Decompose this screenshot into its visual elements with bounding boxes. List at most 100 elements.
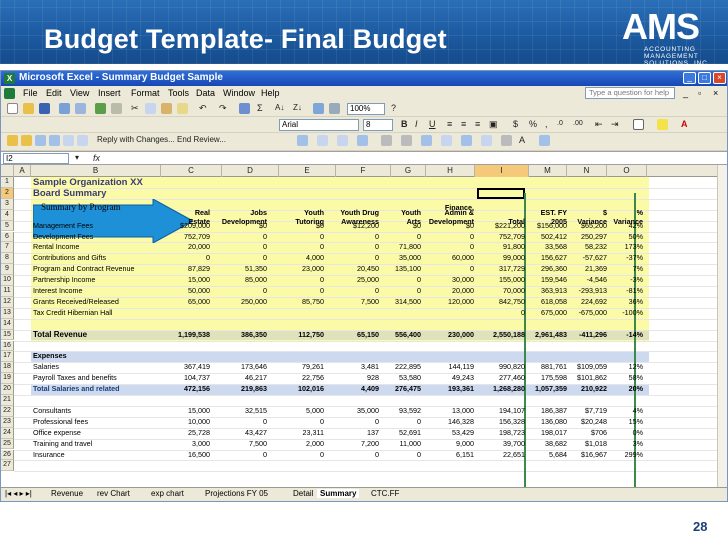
row-header-7[interactable]: 7 xyxy=(1,242,14,254)
namebox-dropdown-icon[interactable]: ▾ xyxy=(75,152,79,164)
reply-with-changes-button[interactable]: Reply with Changes... xyxy=(97,134,175,146)
align-left-icon[interactable]: ≡ xyxy=(447,118,452,130)
cell-grid[interactable]: Sample Organization XX Board Summary Summa… xyxy=(14,177,717,487)
drawing-tool-11-icon[interactable] xyxy=(501,135,512,146)
font-select[interactable]: Arial xyxy=(279,119,359,131)
align-right-icon[interactable]: ≡ xyxy=(475,118,480,130)
column-header-d[interactable]: D xyxy=(222,165,279,177)
row-header-17[interactable]: 17 xyxy=(1,351,14,363)
help-icon[interactable]: ? xyxy=(391,102,396,114)
menu-insert[interactable]: Insert xyxy=(98,88,121,98)
open-icon[interactable] xyxy=(23,103,34,114)
menu-data[interactable]: Data xyxy=(196,88,215,98)
name-box[interactable]: I2 xyxy=(3,153,69,164)
tab-scroll-icons[interactable]: |◂ ◂ ▸ ▸| xyxy=(5,489,32,498)
drawing-tool-5-icon[interactable] xyxy=(381,135,392,146)
bold-icon[interactable]: B xyxy=(401,118,408,130)
borders-icon[interactable] xyxy=(633,119,644,130)
increase-decimal-icon[interactable]: .0 xyxy=(557,118,563,130)
row-header-21[interactable]: 21 xyxy=(1,395,14,406)
increase-indent-icon[interactable]: ⇥ xyxy=(611,118,619,130)
row-header-20[interactable]: 20 xyxy=(1,384,14,395)
sheet-tab-projections-fy-05[interactable]: Projections FY 05 xyxy=(205,489,268,498)
workbook-icon[interactable] xyxy=(4,88,15,99)
research-icon[interactable] xyxy=(111,103,122,114)
row-header-8[interactable]: 8 xyxy=(1,253,14,265)
column-header-o[interactable]: O xyxy=(607,165,647,177)
function-icon[interactable]: fx xyxy=(93,152,100,164)
sort-ascending-icon[interactable]: A↓ xyxy=(275,102,284,114)
print-icon[interactable] xyxy=(59,103,70,114)
selected-cell[interactable] xyxy=(477,187,525,199)
drawing-tool-9-icon[interactable] xyxy=(461,135,472,146)
reviewing-icon-4[interactable] xyxy=(49,135,60,146)
drawing-tool-4-icon[interactable] xyxy=(357,135,368,146)
text-a-icon[interactable]: A xyxy=(519,134,525,146)
sheet-tab-exp-chart[interactable]: exp chart xyxy=(151,489,184,498)
underline-icon[interactable]: U xyxy=(429,118,436,130)
row-header-22[interactable]: 22 xyxy=(1,405,14,417)
row-header-2[interactable]: 2 xyxy=(1,187,14,199)
redo-icon[interactable]: ↷ xyxy=(219,102,227,114)
reviewing-icon-3[interactable] xyxy=(35,135,46,146)
decrease-indent-icon[interactable]: ⇤ xyxy=(595,118,603,130)
column-header-m[interactable]: M xyxy=(529,165,567,177)
decrease-decimal-icon[interactable]: .00 xyxy=(573,118,583,130)
row-header-23[interactable]: 23 xyxy=(1,416,14,428)
chart-wizard-icon[interactable] xyxy=(313,103,324,114)
paste-icon[interactable] xyxy=(161,103,172,114)
font-color-icon[interactable]: A xyxy=(681,118,688,130)
row-header-19[interactable]: 19 xyxy=(1,373,14,385)
menu-view[interactable]: View xyxy=(70,88,89,98)
column-header-f[interactable]: F xyxy=(336,165,391,177)
row-header-3[interactable]: 3 xyxy=(1,198,14,210)
spelling-icon[interactable] xyxy=(95,103,106,114)
row-header-11[interactable]: 11 xyxy=(1,286,14,297)
menu-window[interactable]: Window xyxy=(223,88,255,98)
cut-icon[interactable]: ✂ xyxy=(131,102,139,114)
row-header-12[interactable]: 12 xyxy=(1,296,14,308)
row-header-1[interactable]: 1 xyxy=(1,177,14,188)
drawing-tool-3-icon[interactable] xyxy=(337,135,348,146)
italic-icon[interactable]: I xyxy=(415,118,418,130)
font-size-select[interactable]: 8 xyxy=(363,119,393,131)
select-all-corner[interactable] xyxy=(1,165,14,177)
vertical-scrollbar[interactable] xyxy=(717,165,727,487)
undo-icon[interactable]: ↶ xyxy=(199,102,207,114)
drawing-tool-6-icon[interactable] xyxy=(401,135,412,146)
row-header-5[interactable]: 5 xyxy=(1,220,14,232)
column-header-e[interactable]: E xyxy=(279,165,336,177)
save-icon[interactable] xyxy=(39,103,50,114)
row-header-10[interactable]: 10 xyxy=(1,275,14,286)
menu-edit[interactable]: Edit xyxy=(46,88,62,98)
row-header-25[interactable]: 25 xyxy=(1,438,14,450)
sheet-tab-ctc-ff[interactable]: CTC.FF xyxy=(371,489,399,498)
sheet-tab-summary[interactable]: Summary xyxy=(317,489,360,498)
new-icon[interactable] xyxy=(7,103,18,114)
doc-minimize-icon[interactable]: _ xyxy=(683,88,688,98)
row-header-15[interactable]: 15 xyxy=(1,329,14,341)
worksheet[interactable]: ABCDEFGHIMNO 1 2 3 4 5 6 7 8 9 10 11 12 13 14 15 16 17 18… xyxy=(1,165,717,487)
row-header-18[interactable]: 18 xyxy=(1,362,14,374)
merge-center-icon[interactable]: ▣ xyxy=(489,118,498,130)
zoom-select[interactable]: 100% xyxy=(347,103,385,115)
doc-close-icon[interactable]: × xyxy=(713,88,718,98)
row-header-27[interactable]: 27 xyxy=(1,460,14,472)
drawing-icon[interactable] xyxy=(329,103,340,114)
currency-icon[interactable]: $ xyxy=(513,118,518,130)
autosum-icon[interactable]: Σ xyxy=(257,102,263,114)
drawing-tool-1-icon[interactable] xyxy=(297,135,308,146)
row-header-6[interactable]: 6 xyxy=(1,231,14,243)
column-header-i[interactable]: I xyxy=(475,165,529,177)
reviewing-icon-6[interactable] xyxy=(77,135,88,146)
row-header-14[interactable]: 14 xyxy=(1,318,14,330)
column-header-g[interactable]: G xyxy=(391,165,426,177)
help-search-input[interactable]: Type a question for help xyxy=(585,87,675,99)
column-header-a[interactable]: A xyxy=(14,165,31,177)
drawing-tool-7-icon[interactable] xyxy=(421,135,432,146)
close-button[interactable]: × xyxy=(713,72,726,84)
align-center-icon[interactable]: ≡ xyxy=(461,118,466,130)
reviewing-icon-2[interactable] xyxy=(21,135,32,146)
print-preview-icon[interactable] xyxy=(75,103,86,114)
column-header-b[interactable]: B xyxy=(31,165,161,177)
